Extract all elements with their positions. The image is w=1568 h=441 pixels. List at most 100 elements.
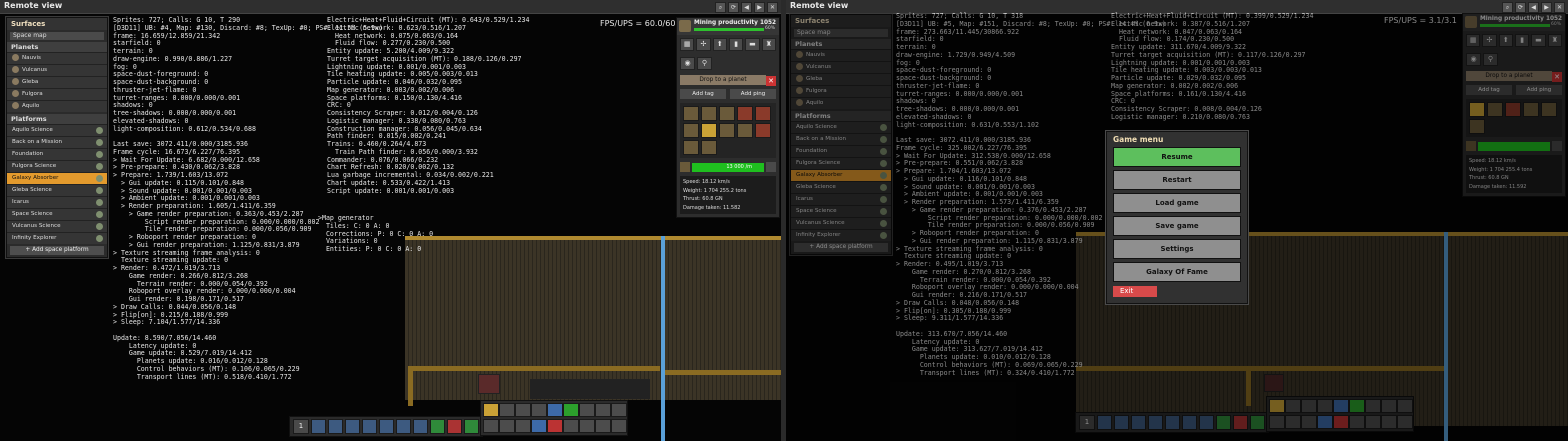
platform-item[interactable]: Icarus [7, 196, 107, 208]
add-ping-button[interactable]: Add ping [730, 89, 776, 99]
galaxy-of-fame-button[interactable]: Galaxy Of Fame [1113, 262, 1241, 282]
weight-stat: Weight: 1 704 255.2 tons [683, 187, 747, 194]
close-icon[interactable]: ✕ [766, 76, 776, 86]
planet-item[interactable]: Fulgora [7, 88, 107, 100]
shortcut-button[interactable] [499, 403, 515, 417]
back-icon[interactable]: ◀ [1528, 2, 1539, 13]
schedule-slot[interactable] [701, 140, 717, 155]
add-tag-button[interactable]: Add tag [680, 89, 726, 99]
fps-ups-counter: FPS/UPS = 60.0/60.0 [600, 19, 684, 28]
fuel-bar: 13 000 /m [692, 162, 764, 172]
train-icon[interactable]: ▬ [745, 38, 760, 51]
planet-item[interactable]: Nauvis [7, 52, 107, 64]
quickbar-slot[interactable] [345, 419, 360, 434]
planet-item[interactable]: Gleba [7, 76, 107, 88]
shortcut-button[interactable] [515, 419, 531, 433]
quickbar-slot[interactable] [379, 419, 394, 434]
close-icon[interactable]: ✕ [767, 2, 778, 13]
shortcut-button[interactable] [499, 419, 515, 433]
quickbar-slot[interactable] [447, 419, 462, 434]
platform-item[interactable]: Fulgora Science [7, 160, 107, 172]
quickbar-slot[interactable] [311, 419, 326, 434]
platform-item[interactable]: Foundation [7, 148, 107, 160]
quickbar-page-number[interactable]: 1 [293, 419, 309, 434]
link-icon[interactable]: ⚲ [697, 57, 712, 70]
quickbar-slot[interactable] [328, 419, 343, 434]
shortcut-button[interactable] [611, 419, 627, 433]
platform-item-selected[interactable]: Galaxy Absorber [7, 172, 107, 184]
restart-button[interactable]: Restart [1113, 170, 1241, 190]
surfaces-header: Surfaces [7, 18, 107, 30]
forward-icon[interactable]: ▶ [754, 2, 765, 13]
shortcut-button[interactable] [483, 403, 499, 417]
schedule-slot[interactable] [683, 106, 699, 121]
schedule-icon[interactable]: ▦ [680, 38, 695, 51]
save-game-button[interactable]: Save game [1113, 216, 1241, 236]
quickbar-slot[interactable] [413, 419, 428, 434]
schedule-slot[interactable] [683, 123, 699, 138]
hub-icon[interactable]: ▮ [728, 38, 744, 51]
add-space-platform-button[interactable]: + Add space platform [10, 246, 104, 255]
load-game-button[interactable]: Load game [1113, 193, 1241, 213]
schedule-slot[interactable] [755, 123, 771, 138]
search-icon[interactable]: ⌕ [1502, 2, 1513, 13]
quickbar-slot[interactable] [396, 419, 411, 434]
planet-item[interactable]: Aquilo [7, 100, 107, 112]
planet-icon [12, 90, 19, 97]
schedule-slot[interactable] [719, 123, 735, 138]
resume-button[interactable]: Resume [1113, 147, 1241, 167]
schedule-slot[interactable] [683, 140, 699, 155]
schedule-slot[interactable] [701, 123, 717, 138]
planet-icon [96, 139, 103, 146]
platform-stats: Speed: 18.12 km/s Weight: 1 704 255.2 to… [680, 176, 776, 214]
eye-icon[interactable]: ◉ [680, 57, 695, 70]
exit-button[interactable]: Exit [1113, 286, 1157, 297]
trophy-icon[interactable]: ♜ [761, 38, 776, 51]
schedule-slot[interactable] [701, 106, 717, 121]
schedule-slot[interactable] [737, 123, 753, 138]
shortcut-button[interactable] [547, 403, 563, 417]
schedule-slot[interactable] [719, 106, 735, 121]
search-icon[interactable]: ⌕ [715, 2, 726, 13]
shortcut-button[interactable] [547, 419, 563, 433]
refresh-icon[interactable]: ⟳ [1515, 2, 1526, 13]
platform-hub[interactable] [478, 374, 500, 394]
shortcut-button[interactable] [563, 419, 579, 433]
settings-button[interactable]: Settings [1113, 239, 1241, 259]
space-map-button[interactable]: Space map [10, 32, 104, 40]
shortcut-button[interactable] [563, 403, 579, 417]
map-icon[interactable]: ✢ [696, 38, 711, 51]
planet-icon [96, 127, 103, 134]
platform-item[interactable]: Gleba Science [7, 184, 107, 196]
shortcut-button[interactable] [515, 403, 531, 417]
research-progress-bar [694, 28, 764, 31]
platform-item[interactable]: Space Science [7, 208, 107, 220]
shortcut-button[interactable] [579, 403, 595, 417]
research-progress[interactable]: Mining productivity 1052 60% [677, 18, 779, 35]
route-arrow-icon [96, 187, 103, 194]
schedule-slot[interactable] [737, 106, 753, 121]
refresh-icon[interactable]: ⟳ [728, 2, 739, 13]
shortcut-button[interactable] [531, 419, 547, 433]
shortcut-button[interactable] [611, 403, 627, 417]
rocket-icon[interactable]: ⬆ [712, 38, 727, 51]
back-icon[interactable]: ◀ [741, 2, 752, 13]
close-icon[interactable]: ✕ [1554, 2, 1565, 13]
drop-to-planet-button[interactable]: Drop to a planet [680, 75, 766, 85]
shortcut-button[interactable] [595, 419, 611, 433]
quickbar-slot[interactable] [430, 419, 445, 434]
fuel-settings-icon[interactable] [766, 162, 776, 172]
shortcut-button[interactable] [595, 403, 611, 417]
quickbar-slot[interactable] [464, 419, 479, 434]
schedule-slot[interactable] [755, 106, 771, 121]
platform-item[interactable]: Infinity Explorer [7, 232, 107, 244]
planet-item[interactable]: Vulcanus [7, 64, 107, 76]
platform-item[interactable]: Aquilo Science [7, 124, 107, 136]
platform-item[interactable]: Vulcanus Science [7, 220, 107, 232]
forward-icon[interactable]: ▶ [1541, 2, 1552, 13]
platform-item[interactable]: Back on a Mission [7, 136, 107, 148]
shortcut-button[interactable] [579, 419, 595, 433]
quickbar-slot[interactable] [362, 419, 377, 434]
shortcut-button[interactable] [483, 419, 499, 433]
shortcut-button[interactable] [531, 403, 547, 417]
